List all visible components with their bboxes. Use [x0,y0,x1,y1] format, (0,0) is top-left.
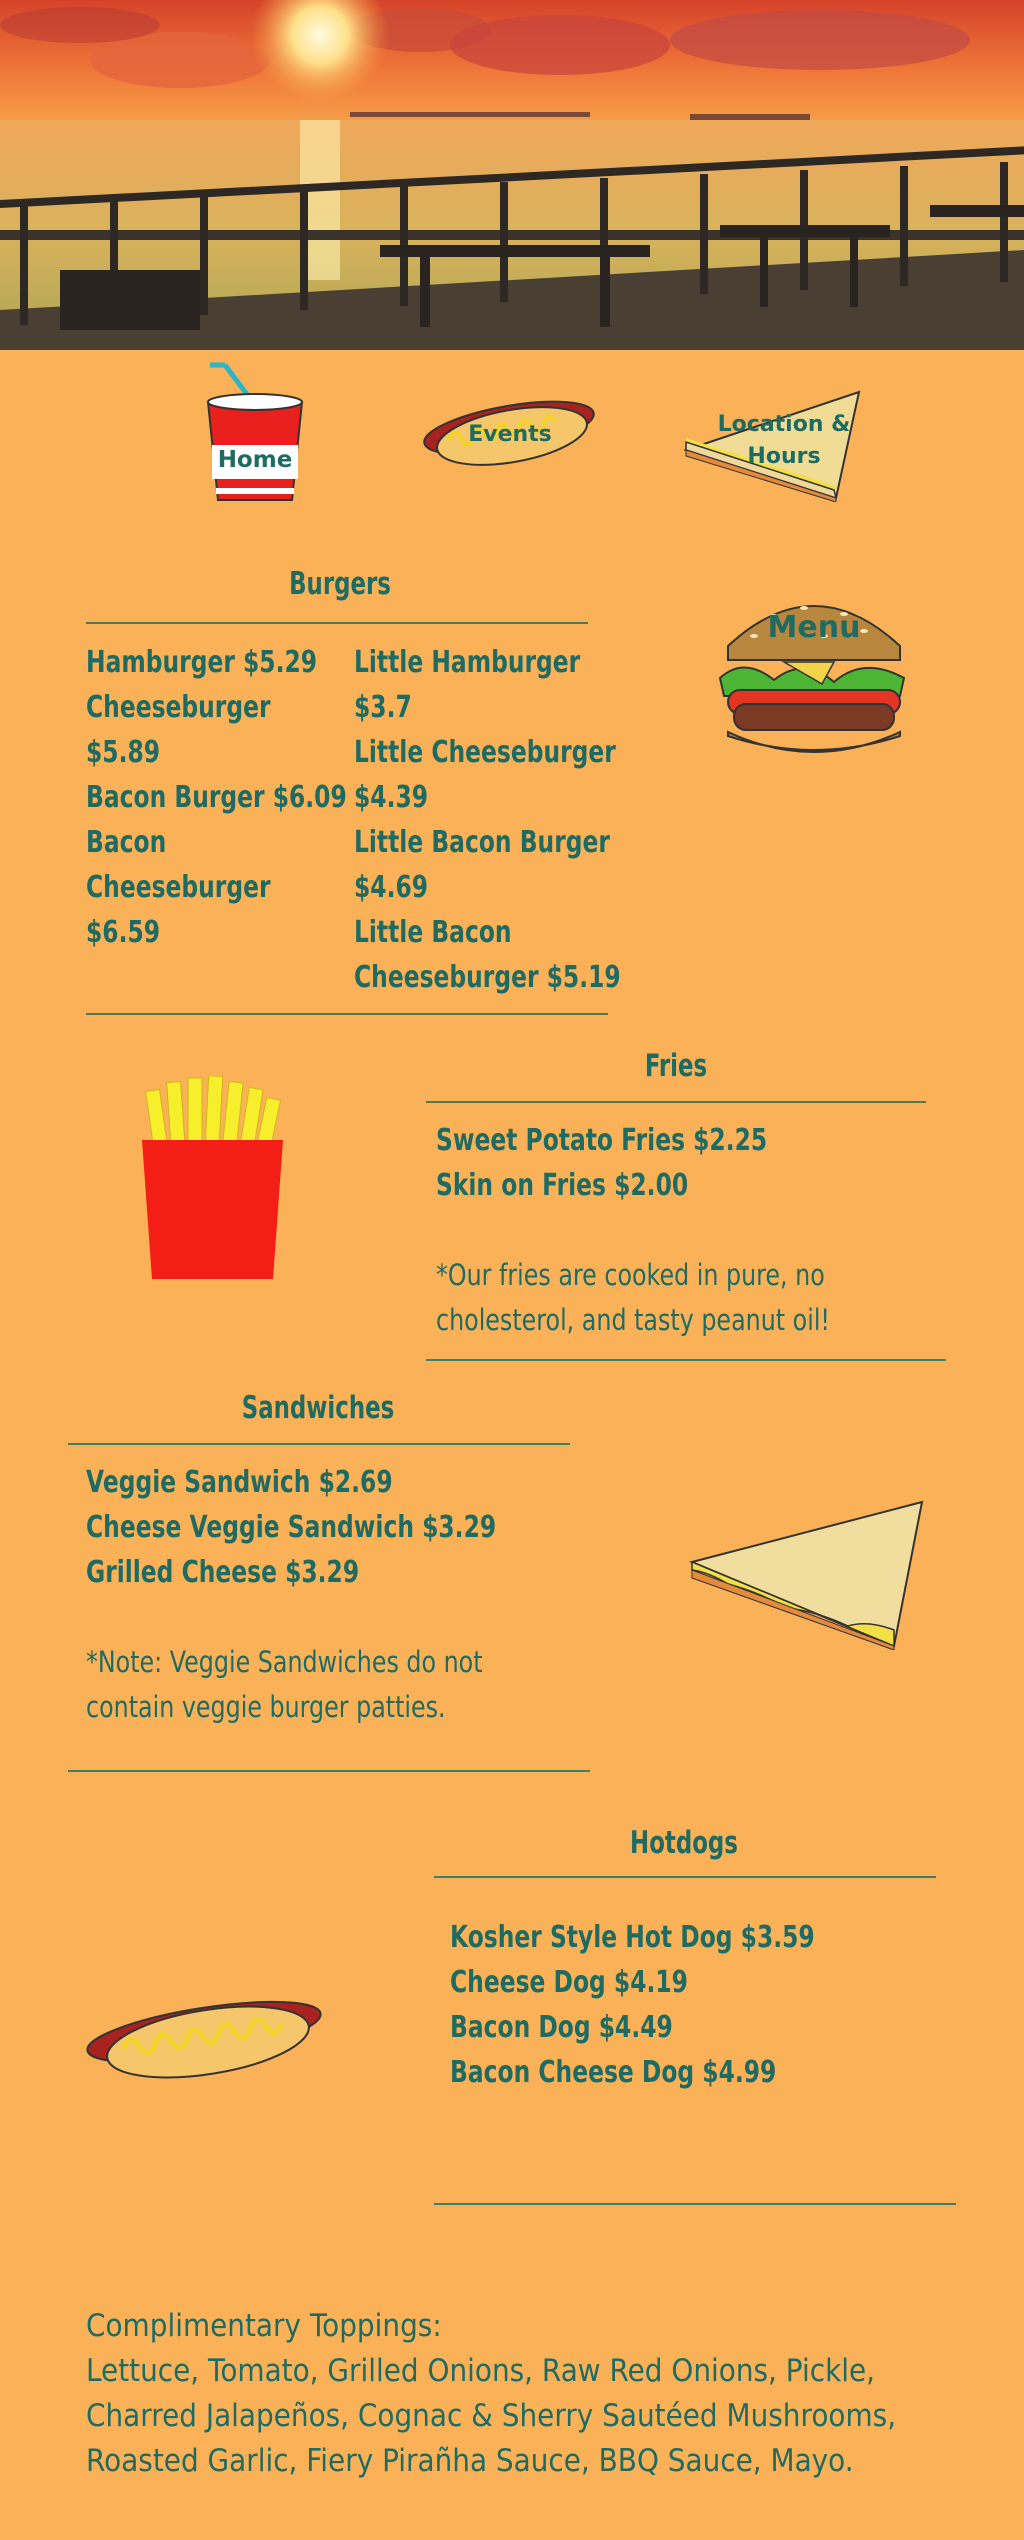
sandwich-note-line1: *Note: Veggie Sandwiches do not [86,1645,483,1679]
fries-image [140,1075,285,1282]
little-burger-line: Little Hamburger [354,645,581,680]
hotdog-image [84,1980,324,2090]
fries-note-line1: *Our fries are cooked in pure, no [436,1258,825,1292]
nav-location-label-line1: Location & [717,412,851,437]
toppings-line1: Lettuce, Tomato, Grilled Onions, Raw Red… [86,2353,876,2389]
nav-home-label: Home [217,447,293,473]
fries-top-rule [426,1101,926,1103]
nav-menu-button[interactable]: Menu [714,586,914,761]
hotdog-item: Kosher Style Hot Dog $3.59 [450,1920,815,1955]
nav-events-button[interactable]: Events [420,388,598,470]
hero-sunset-image [0,0,1024,350]
nav-menu-label: Menu [767,610,861,645]
nav-home-button[interactable]: Home [200,360,310,505]
fries-bottom-rule [426,1359,946,1361]
burger-line: $5.89 [86,735,161,770]
nav-location-label-line2: Hours [747,444,821,469]
toppings-heading: Complimentary Toppings: [86,2308,442,2344]
hotdogs-title: Hotdogs [630,1825,738,1861]
burger-line: Cheeseburger [86,870,271,905]
little-burger-line: Little Bacon Burger [354,825,610,860]
fries-title: Fries [644,1048,708,1084]
sandwich-item: Veggie Sandwich $2.69 [86,1465,393,1500]
little-burger-line: Little Cheeseburger [354,735,616,770]
sandwiches-title: Sandwiches [241,1390,395,1426]
soda-cup-icon [206,362,304,501]
hotdogs-bottom-rule [434,2203,956,2205]
hotdog-item: Bacon Cheese Dog $4.99 [450,2055,777,2090]
nav-events-label: Events [468,422,552,447]
burger-line: Cheeseburger [86,690,271,725]
fries-item: Skin on Fries $2.00 [436,1168,689,1203]
little-burger-line: $4.39 [354,780,429,815]
sandwich-item: Cheese Veggie Sandwich $3.29 [86,1510,497,1545]
fries-item: Sweet Potato Fries $2.25 [436,1123,768,1158]
sandwiches-top-rule [68,1443,570,1445]
little-burger-line: $3.7 [354,690,412,725]
burger-line: Bacon [86,825,167,860]
hotdog-item: Bacon Dog $4.49 [450,2010,673,2045]
burgers-title: Burgers [289,566,391,602]
toppings-line2: Charred Jalapeños, Cognac & Sherry Sauté… [86,2398,897,2434]
burgers-top-rule [86,622,588,624]
fries-note-line2: cholesterol, and tasty peanut oil! [436,1303,830,1337]
burger-line: Hamburger $5.29 [86,645,318,680]
hotdogs-top-rule [434,1876,936,1878]
little-burger-line: Cheeseburger $5.19 [354,960,621,995]
little-burger-line: $4.69 [354,870,429,905]
burger-line: $6.59 [86,915,161,950]
nav-location-hours-button[interactable]: Location & Hours [682,390,864,503]
sandwiches-bottom-rule [68,1770,590,1772]
sandwich-image [688,1500,926,1651]
little-burger-line: Little Bacon [354,915,512,950]
hotdog-item: Cheese Dog $4.19 [450,1965,688,2000]
sandwich-item: Grilled Cheese $3.29 [86,1555,360,1590]
sandwich-note-line2: contain veggie burger patties. [86,1690,446,1724]
toppings-line3: Roasted Garlic, Fiery Pirañha Sauce, BBQ… [86,2443,854,2479]
burgers-bottom-rule [86,1013,608,1015]
burger-line: Bacon Burger $6.09 [86,780,347,815]
